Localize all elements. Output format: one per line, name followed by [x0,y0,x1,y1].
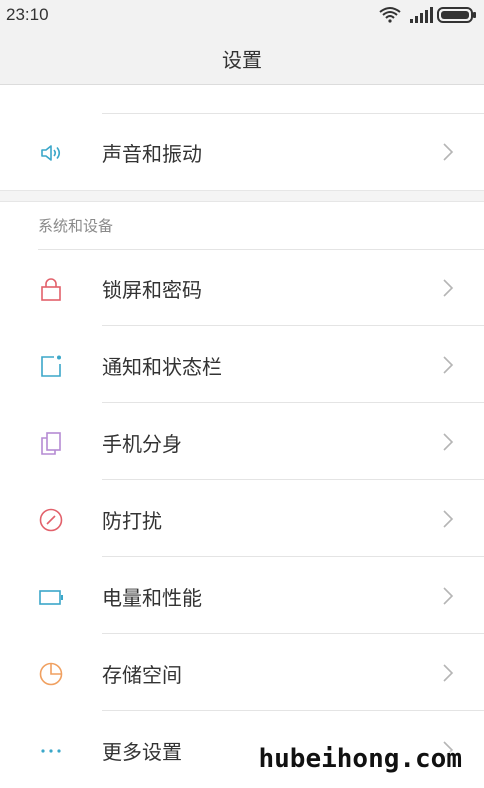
settings-item-lock-screen[interactable]: 锁屏和密码 [0,250,484,326]
wifi-icon [379,7,401,23]
chevron-right-icon [443,433,454,451]
more-icon [41,749,61,753]
chevron-right-icon [443,143,454,161]
notification-icon [41,355,61,377]
battery-icon [437,7,476,23]
signal-icon [410,7,433,23]
title-bar: 设置 [0,30,484,85]
storage-icon [39,662,63,686]
status-time: 23:10 [6,5,49,24]
settings-item-label: 通知和状态栏 [102,355,222,379]
chevron-right-icon [443,664,454,682]
settings-item-dual-space[interactable]: 手机分身 [0,404,484,480]
settings-item-label: 防打扰 [102,509,162,533]
divider [102,325,484,326]
settings-item-label: 更多设置 [102,740,182,764]
page-title: 设置 [222,48,262,72]
chevron-right-icon [443,587,454,605]
status-icons [378,4,478,26]
settings-item-do-not-disturb[interactable]: 防打扰 [0,481,484,557]
settings-item-label: 存储空间 [102,663,182,687]
do-not-disturb-icon [39,508,63,532]
settings-item-label: 手机分身 [102,432,182,456]
divider [102,402,484,403]
settings-item-storage[interactable]: 存储空间 [0,635,484,711]
section-gap [0,190,484,202]
settings-item-label: 锁屏和密码 [102,278,202,302]
settings-item-sound[interactable]: 声音和振动 [0,114,484,190]
dual-space-icon [41,432,61,455]
lock-icon [41,278,61,301]
watermark: hubeihong.com [258,744,463,774]
divider [102,710,484,711]
settings-item-label: 电量和性能 [102,586,202,610]
divider [102,556,484,557]
settings-item-notifications[interactable]: 通知和状态栏 [0,327,484,403]
battery-performance-icon [39,590,63,605]
status-bar: 23:10 [0,0,484,30]
divider [102,633,484,634]
divider [102,479,484,480]
chevron-right-icon [443,356,454,374]
chevron-right-icon [443,279,454,297]
chevron-right-icon [443,510,454,528]
settings-item-battery[interactable]: 电量和性能 [0,558,484,634]
settings-item-label: 声音和振动 [102,142,202,166]
section-header: 系统和设备 [38,217,114,235]
speaker-icon [41,145,61,161]
